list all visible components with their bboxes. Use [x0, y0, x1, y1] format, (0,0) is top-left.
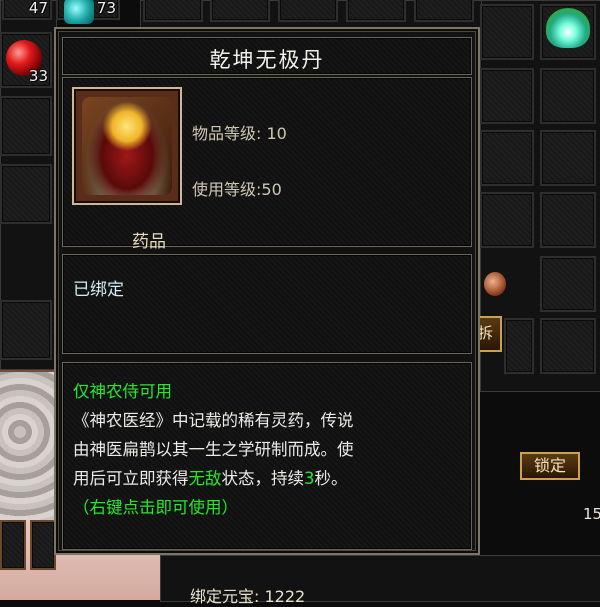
inventory-slot[interactable] [30, 520, 56, 570]
inventory-slot[interactable] [0, 96, 52, 156]
inventory-slot[interactable] [480, 68, 534, 124]
inventory-slot[interactable] [540, 130, 596, 186]
invincible-keyword: 无敌 [188, 469, 222, 488]
slot-quantity: 33 [28, 67, 48, 85]
description-text: 状态，持续 [221, 469, 305, 488]
item-name: 乾坤无极丹 [209, 48, 325, 72]
slot-quantity: 73 [96, 0, 116, 17]
description-text: 用后可立即获得 [73, 469, 189, 488]
right-count-text: 15 [583, 505, 600, 523]
item-icon-frame [72, 87, 182, 205]
usage-hint-text: （右键点击即可使用） [73, 498, 238, 517]
inventory-slot-red-gem[interactable]: 33 [0, 32, 52, 88]
item-tooltip: 乾坤无极丹 物品等级: 10 使用等级:50 药品 已绑定 仅神农侍可用 《神农… [54, 27, 480, 555]
inventory-slot[interactable] [480, 130, 534, 186]
description-line: 由神医扁鹊以其一生之学研制而成。使 [73, 440, 354, 459]
bind-status-text: 已绑定 [73, 280, 124, 300]
golden-elixir-pill-icon [82, 97, 172, 195]
duration-number: 3 [304, 469, 315, 488]
inventory-slot[interactable] [540, 68, 596, 124]
inventory-slot[interactable] [0, 300, 52, 360]
bronze-orb-icon [484, 272, 506, 296]
inventory-slot[interactable] [504, 318, 534, 374]
tooltip-bind-box: 已绑定 [62, 254, 472, 354]
inventory-slot-teal[interactable]: 73 [56, 0, 120, 24]
stone-scenery [0, 370, 55, 522]
inventory-slot[interactable] [210, 0, 270, 22]
tooltip-info-box: 物品等级: 10 使用等级:50 [62, 77, 472, 247]
inventory-slot-shell[interactable] [540, 4, 596, 60]
inventory-slot[interactable] [278, 0, 338, 22]
tooltip-description-box: 仅神农侍可用 《神农医经》中记载的稀有灵药，传说 由神医扁鹊以其一生之学研制而成… [62, 362, 472, 550]
inventory-slot[interactable] [346, 0, 406, 22]
description-line: 《神农医经》中记载的稀有灵药，传说 [73, 411, 354, 430]
item-level-text: 物品等级: 10 [192, 124, 287, 143]
inventory-slot-top-left[interactable]: 47 [2, 0, 52, 20]
class-restriction-text: 仅神农侍可用 [73, 382, 172, 401]
tooltip-title-box: 乾坤无极丹 [62, 37, 472, 75]
inventory-slot[interactable] [143, 0, 203, 22]
slot-quantity: 47 [28, 0, 48, 17]
inventory-slot[interactable] [480, 192, 534, 248]
inventory-slot[interactable] [414, 0, 474, 22]
pearl-shell-icon [546, 8, 590, 48]
inventory-slot[interactable] [540, 318, 596, 374]
item-category: 药品 [132, 232, 166, 252]
description-line: 用后可立即获得无敌状态，持续3秒。 [73, 464, 461, 493]
teal-potion-icon [64, 0, 94, 24]
inventory-slot[interactable] [540, 256, 596, 312]
use-level-text: 使用等级:50 [192, 180, 282, 199]
inventory-slot[interactable] [540, 192, 596, 248]
inventory-slot[interactable] [0, 164, 52, 224]
item-description: 仅神农侍可用 《神农医经》中记载的稀有灵药，传说 由神医扁鹊以其一生之学研制而成… [73, 377, 461, 522]
split-button[interactable]: 拆 [478, 316, 502, 352]
inventory-slot[interactable] [0, 520, 26, 570]
bound-currency-text: 绑定元宝: 1222 [190, 587, 306, 606]
description-text: 秒。 [314, 469, 348, 488]
inventory-slot[interactable] [480, 4, 534, 60]
lock-button[interactable]: 锁定 [520, 452, 580, 480]
